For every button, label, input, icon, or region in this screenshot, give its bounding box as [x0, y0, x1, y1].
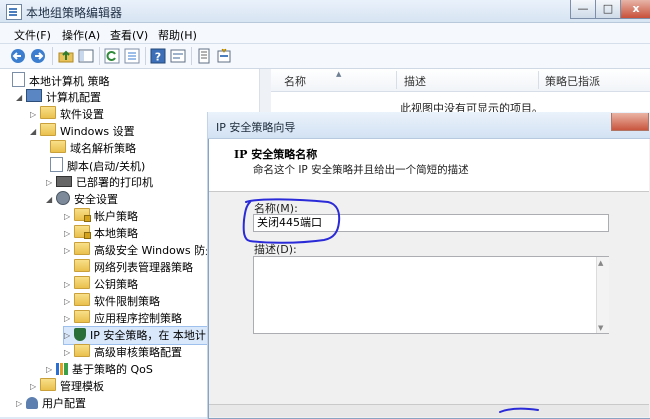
tree-item-windows-firewall[interactable]: ▷ 高级安全 Windows 防火	[64, 242, 216, 259]
toolbar-separator	[52, 47, 53, 65]
computer-icon	[26, 89, 42, 102]
annotation-stroke	[499, 407, 539, 413]
column-header-description[interactable]: 描述	[404, 73, 426, 89]
folder-icon	[74, 310, 90, 323]
column-header-name[interactable]: 名称	[284, 73, 306, 89]
export-list-icon[interactable]	[124, 48, 140, 64]
tree-item-ip-security-policies[interactable]: ▷ IP 安全策略，在 本地计	[63, 326, 211, 345]
collapse-arrow-icon[interactable]: ▷	[64, 310, 74, 327]
app-icon	[6, 4, 22, 20]
tree-item-computer-config[interactable]: ◢ 计算机配置	[16, 89, 101, 106]
dialog-footer	[209, 405, 649, 417]
maximize-button[interactable]: □	[595, 0, 621, 19]
locked-folder-icon	[74, 208, 91, 222]
column-header-assigned[interactable]: 策略已指派	[545, 73, 600, 89]
scroll-up-arrow-icon[interactable]: ▲	[598, 259, 603, 267]
tree-item-windows-settings[interactable]: ◢ Windows 设置	[30, 123, 135, 140]
collapse-arrow-icon[interactable]: ▷	[46, 174, 56, 191]
dialog-header-subtitle: 命名这个 IP 安全策略并且给出一个简短的描述	[253, 164, 469, 176]
toolbar-separator	[99, 47, 100, 65]
folder-icon	[74, 293, 90, 306]
collapse-arrow-icon[interactable]: ▷	[64, 344, 74, 361]
dialog-header-title: IP 安全策略名称	[234, 148, 318, 161]
tree-item-policy-based-qos[interactable]: ▷ 基于策略的 QoS	[46, 361, 153, 378]
user-icon	[26, 397, 38, 409]
expand-arrow-icon[interactable]: ◢	[30, 123, 40, 140]
tree-item-public-key-policies[interactable]: ▷ 公钥策略	[64, 276, 138, 293]
back-arrow-icon[interactable]	[10, 48, 26, 64]
tree-item-network-list-manager[interactable]: 网络列表管理器策略	[74, 259, 193, 276]
menu-view[interactable]: 查看(V)	[110, 27, 148, 43]
collapse-arrow-icon[interactable]: ▷	[64, 276, 74, 293]
description-textarea[interactable]	[253, 256, 609, 334]
expand-arrow-icon[interactable]: ◢	[16, 89, 26, 106]
collapse-arrow-icon[interactable]: ▷	[64, 208, 74, 225]
up-folder-icon[interactable]	[58, 48, 74, 64]
collapse-arrow-icon[interactable]: ▷	[46, 361, 56, 378]
tree-item-local-policies[interactable]: ▷ 本地策略	[64, 225, 138, 242]
folder-icon	[74, 344, 90, 357]
folder-icon	[40, 123, 56, 136]
folder-icon	[74, 242, 90, 255]
collapse-arrow-icon[interactable]: ▷	[30, 106, 40, 123]
collapse-arrow-icon[interactable]: ▷	[64, 242, 74, 259]
refresh-icon[interactable]	[104, 48, 120, 64]
forward-arrow-icon[interactable]	[30, 48, 46, 64]
folder-icon	[40, 378, 56, 391]
scroll-down-arrow-icon[interactable]: ▼	[598, 324, 603, 332]
tree-item-user-config[interactable]: ▷ 用户配置	[16, 395, 86, 412]
show-hide-tree-icon[interactable]	[78, 48, 94, 64]
sort-arrow-icon: ▲	[336, 70, 342, 78]
dialog-title: IP 安全策略向导	[216, 121, 296, 134]
help-icon[interactable]: ?	[150, 48, 166, 64]
toolbar-separator	[145, 47, 146, 65]
collapse-arrow-icon[interactable]: ▷	[64, 225, 74, 242]
tree-item-software-settings[interactable]: ▷ 软件设置	[30, 106, 104, 123]
folder-icon	[74, 276, 90, 289]
security-settings-icon	[56, 191, 70, 205]
tree-item-deployed-printers[interactable]: ▷ 已部署的打印机	[46, 174, 153, 191]
tree-item-name-resolution-policy[interactable]: 域名解析策略	[50, 140, 136, 157]
collapse-arrow-icon[interactable]: ▷	[30, 378, 40, 395]
menu-help[interactable]: 帮助(H)	[158, 27, 197, 43]
properties-icon[interactable]	[170, 48, 186, 64]
tree-item-admin-templates[interactable]: ▷ 管理模板	[30, 378, 104, 395]
collapse-arrow-icon[interactable]: ▷	[64, 293, 74, 310]
tree-item-advanced-audit[interactable]: ▷ 高级审核策略配置	[64, 344, 182, 361]
printer-icon	[56, 176, 72, 187]
collapse-arrow-icon[interactable]: ▷	[64, 327, 74, 344]
tree-item-scripts[interactable]: 脚本(启动/关机)	[50, 157, 145, 174]
dialog-close-button[interactable]	[611, 113, 649, 131]
wizard-icon[interactable]	[216, 48, 232, 64]
ip-security-icon	[74, 328, 86, 341]
menu-action[interactable]: 操作(A)	[62, 27, 100, 43]
policy-icon[interactable]	[196, 48, 212, 64]
qos-chart-icon	[56, 363, 68, 375]
collapse-arrow-icon[interactable]: ▷	[16, 395, 26, 412]
column-separator[interactable]	[538, 71, 539, 89]
folder-icon	[74, 259, 90, 272]
policy-icon	[12, 72, 25, 87]
tree-item-application-control[interactable]: ▷ 应用程序控制策略	[64, 310, 182, 327]
tree-item-local-computer-policy[interactable]: 本地计算机 策略	[12, 72, 110, 89]
menu-file[interactable]: 文件(F)	[14, 27, 51, 43]
locked-folder-icon	[74, 225, 91, 239]
folder-icon	[40, 106, 56, 119]
minimize-button[interactable]: —	[570, 0, 596, 19]
folder-icon	[50, 140, 66, 153]
toolbar-separator	[191, 47, 192, 65]
expand-arrow-icon[interactable]: ◢	[46, 191, 56, 208]
description-scrollbar[interactable]	[596, 257, 609, 333]
toolbar	[0, 44, 650, 69]
svg-text:?: ?	[155, 51, 161, 64]
tree-item-account-policies[interactable]: ▷ 帐户策略	[64, 208, 138, 225]
tree-item-security-settings[interactable]: ◢ 安全设置	[46, 191, 118, 208]
close-button[interactable]: x	[620, 0, 650, 19]
window-title: 本地组策略编辑器	[26, 6, 123, 20]
tree-item-software-restriction[interactable]: ▷ 软件限制策略	[64, 293, 160, 310]
script-icon	[50, 157, 63, 172]
annotation-circle	[242, 198, 341, 244]
column-separator[interactable]	[396, 71, 397, 89]
